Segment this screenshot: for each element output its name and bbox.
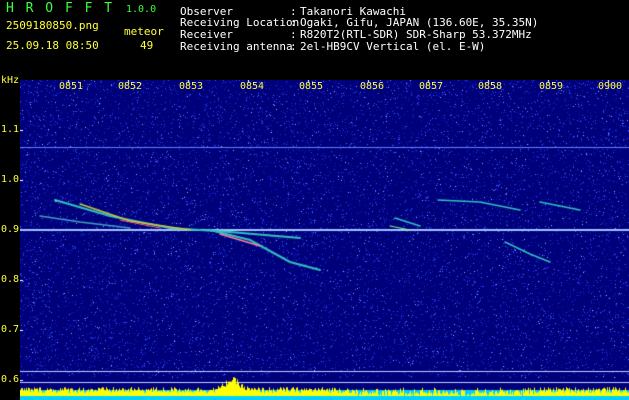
- x-axis-label: 0858: [478, 81, 503, 92]
- y-axis-label: 0.8: [1, 274, 20, 285]
- timestamp: 25.09.18 08:50: [6, 39, 99, 52]
- x-axis-label: 0851: [59, 81, 84, 92]
- y-axis-label: 0.7: [1, 324, 20, 335]
- antenna-label: Receiving antenna: [180, 40, 293, 53]
- antenna-separator: :: [290, 40, 297, 53]
- x-axis-label: 0856: [360, 81, 385, 92]
- y-axis-label: 0.9: [1, 224, 20, 235]
- x-axis-label: 0900: [598, 81, 623, 92]
- x-axis-label: 0853: [179, 81, 204, 92]
- meteor-count: 49: [140, 39, 154, 52]
- x-axis-label: 0852: [118, 81, 143, 92]
- y-axis-label: 0.6: [1, 374, 20, 385]
- antenna-value: 2el-HB9CV Vertical (el. E-W): [300, 40, 486, 53]
- meteor-label: meteor: [124, 25, 164, 38]
- x-axis-label: 0855: [299, 81, 324, 92]
- y-axis-label: 1.0: [1, 174, 20, 185]
- x-axis-label: 0854: [240, 81, 265, 92]
- x-axis-label: 0857: [419, 81, 444, 92]
- y-axis-label: 1.1: [1, 124, 20, 135]
- x-axis-label: 0859: [539, 81, 564, 92]
- y-axis-unit: kHz: [1, 75, 20, 86]
- app-title: H R O F F T: [6, 1, 115, 16]
- app-version: 1.0.0: [126, 4, 157, 15]
- spectrogram-canvas: [20, 80, 629, 400]
- file-name: 2509180850.png: [6, 19, 99, 32]
